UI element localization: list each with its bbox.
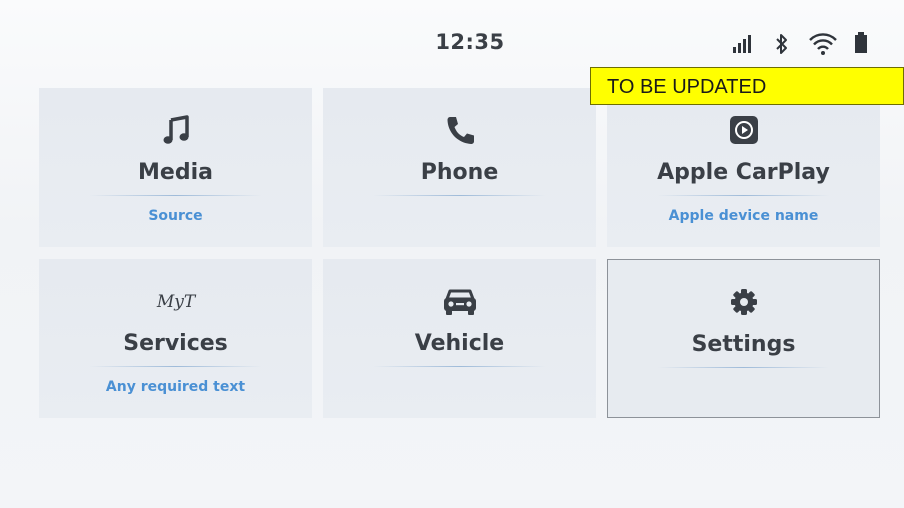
battery-icon [854,32,868,58]
tile-subtitle: Apple device name [668,208,819,224]
divider [89,195,262,196]
tile-settings[interactable]: Settings [607,259,880,418]
car-icon [323,285,596,317]
divider [373,195,546,196]
tile-label: Vehicle [414,331,505,356]
gear-icon [608,286,879,318]
bluetooth-icon [774,32,790,60]
tile-label: Settings [691,332,796,357]
tile-label: Phone [420,160,499,185]
tile-services[interactable]: MyT Services Any required text [39,259,312,418]
tile-label: Services [123,331,228,356]
tile-subtitle: Source [148,208,203,224]
tile-label: Media [138,160,213,185]
divider [89,366,262,367]
home-screen: 12:35 TO BE UPDATED Media Source Phone A… [0,0,904,508]
divider [657,195,830,196]
tile-vehicle[interactable]: Vehicle [323,259,596,418]
clock: 12:35 [435,30,505,54]
tile-media[interactable]: Media Source [39,88,312,247]
divider [658,367,829,368]
signal-icon [732,32,752,58]
to-be-updated-banner: TO BE UPDATED [590,67,904,105]
tile-subtitle: Any required text [105,379,246,395]
divider [373,366,546,367]
carplay-icon [607,114,880,146]
tile-label: Apple CarPlay [657,160,830,185]
myt-logo-icon: MyT [39,285,312,317]
wifi-icon [808,32,838,60]
tile-phone[interactable]: Phone [323,88,596,247]
phone-icon [323,114,596,146]
music-note-icon [39,114,312,146]
myt-logo-text: MyT [155,292,196,312]
tile-apple-carplay[interactable]: Apple CarPlay Apple device name [607,88,880,247]
